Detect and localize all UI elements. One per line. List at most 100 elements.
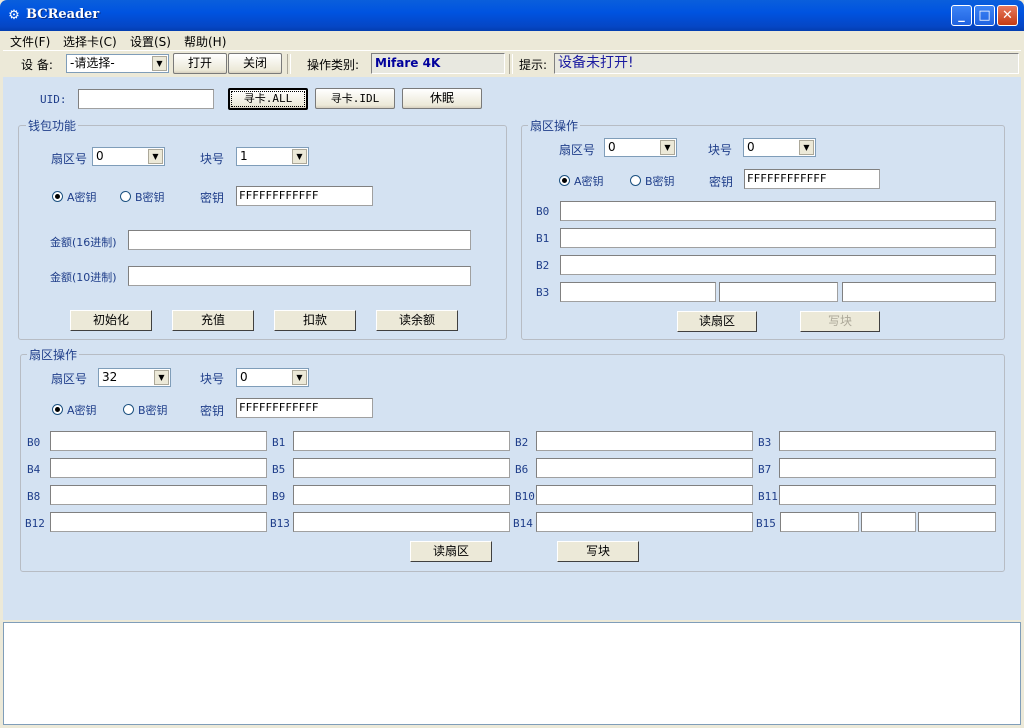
block-label-b8: B8 <box>27 490 41 503</box>
sector-small-b2-label: B2 <box>536 259 550 272</box>
sector-small-write-button[interactable]: 写块 <box>800 311 880 332</box>
sector-small-key-field[interactable]: FFFFFFFFFFFF <box>744 169 880 189</box>
menu-settings[interactable]: 设置(S) <box>130 33 171 50</box>
sector-large-write-button[interactable]: 写块 <box>557 541 639 562</box>
sector-small-b0-label: B0 <box>536 205 550 218</box>
sector-large-key-a-label: A密钥 <box>67 404 97 417</box>
sector-small-b1-field[interactable] <box>560 228 996 248</box>
block-field-b8[interactable] <box>50 485 267 505</box>
sector-large-title: 扇区操作 <box>27 346 80 363</box>
block-label-b1: B1 <box>272 436 286 449</box>
chevron-down-icon[interactable]: ▼ <box>148 149 163 164</box>
chevron-down-icon[interactable]: ▼ <box>292 370 307 385</box>
chevron-down-icon[interactable]: ▼ <box>154 370 169 385</box>
wallet-key-a-radio[interactable] <box>52 191 63 202</box>
block-field-b9[interactable] <box>293 485 510 505</box>
wallet-sector-label: 扇区号 <box>51 152 88 166</box>
sector-small-read-button[interactable]: 读扇区 <box>677 311 757 332</box>
read-balance-button[interactable]: 读余额 <box>376 310 458 331</box>
chevron-down-icon[interactable]: ▼ <box>799 140 814 155</box>
device-select[interactable]: -请选择- ▼ <box>66 54 169 73</box>
block-label-b10: B10 <box>515 490 535 503</box>
maximize-button[interactable]: □ <box>974 5 995 26</box>
wallet-sector-select[interactable]: 0 ▼ <box>92 147 165 166</box>
sector-small-block-value: 0 <box>747 140 755 154</box>
open-button[interactable]: 打开 <box>173 53 227 74</box>
init-button[interactable]: 初始化 <box>70 310 152 331</box>
close-device-button[interactable]: 关闭 <box>228 53 282 74</box>
uid-field[interactable] <box>78 89 214 109</box>
amount-dec-label: 金额(10进制) <box>50 271 117 284</box>
sector-large-sector-value: 32 <box>102 370 118 384</box>
uid-label: UID: <box>40 93 67 106</box>
recharge-button[interactable]: 充值 <box>172 310 254 331</box>
find-idl-button[interactable]: 寻卡.IDL <box>315 88 395 109</box>
wallet-key-b-label: B密钥 <box>135 191 165 204</box>
find-all-button[interactable]: 寻卡.ALL <box>228 88 308 110</box>
amount-dec-field[interactable] <box>128 266 471 286</box>
wallet-sector-value: 0 <box>96 149 104 163</box>
sector-large-read-button[interactable]: 读扇区 <box>410 541 492 562</box>
chevron-down-icon[interactable]: ▼ <box>660 140 675 155</box>
sector-small-key-a-label: A密钥 <box>574 175 604 188</box>
block-field-b3[interactable] <box>779 431 996 451</box>
sector-small-b0-field[interactable] <box>560 201 996 221</box>
sleep-button[interactable]: 休眠 <box>402 88 482 109</box>
block-label-b14: B14 <box>513 517 533 530</box>
sector-large-key-b-radio[interactable] <box>123 404 134 415</box>
block-field-b1[interactable] <box>293 431 510 451</box>
sector-small-block-label: 块号 <box>708 143 733 157</box>
sector-large-key-a-radio[interactable] <box>52 404 63 415</box>
chevron-down-icon[interactable]: ▼ <box>152 56 167 71</box>
sector-large-key-field[interactable]: FFFFFFFFFFFF <box>236 398 373 418</box>
block-field-b6[interactable] <box>536 458 753 478</box>
sector-small-block-select[interactable]: 0 ▼ <box>743 138 816 157</box>
sector-large-block-label: 块号 <box>200 372 225 386</box>
block-field-b7[interactable] <box>779 458 996 478</box>
sector-small-b3-keyb-field[interactable] <box>842 282 996 302</box>
wallet-key-b-radio[interactable] <box>120 191 131 202</box>
wallet-key-field[interactable]: FFFFFFFFFFFF <box>236 186 373 206</box>
menu-bar: 文件(F) 选择卡(C) 设置(S) 帮助(H) <box>3 31 1021 50</box>
sector-small-b3-access-field[interactable] <box>719 282 838 302</box>
block-field-b10[interactable] <box>536 485 753 505</box>
sector-small-key-b-radio[interactable] <box>630 175 641 186</box>
block-field-b12[interactable] <box>50 512 267 532</box>
title-bar[interactable]: ⚙ BCReader _ □ ✕ <box>0 0 1024 31</box>
sector-small-b3-keya-field[interactable] <box>560 282 716 302</box>
sector-large-sector-select[interactable]: 32 ▼ <box>98 368 171 387</box>
sector-large-block-select[interactable]: 0 ▼ <box>236 368 309 387</box>
block-label-b3: B3 <box>758 436 772 449</box>
menu-file[interactable]: 文件(F) <box>10 33 50 50</box>
sector-small-key-b-label: B密钥 <box>645 175 675 188</box>
log-area[interactable] <box>3 622 1021 725</box>
block-field-b15-keya[interactable] <box>780 512 859 532</box>
menu-help[interactable]: 帮助(H) <box>184 33 226 50</box>
block-field-b15-keyb[interactable] <box>918 512 996 532</box>
sector-large-block-value: 0 <box>240 370 248 384</box>
hint-value: 设备未打开! <box>554 53 1019 74</box>
block-field-b5[interactable] <box>293 458 510 478</box>
sector-small-b1-label: B1 <box>536 232 550 245</box>
minimize-button[interactable]: _ <box>951 5 972 26</box>
block-field-b15-access[interactable] <box>861 512 916 532</box>
block-field-b13[interactable] <box>293 512 510 532</box>
wallet-block-value: 1 <box>240 149 248 163</box>
deduct-button[interactable]: 扣款 <box>274 310 356 331</box>
sector-small-sector-select[interactable]: 0 ▼ <box>604 138 677 157</box>
block-field-b14[interactable] <box>536 512 753 532</box>
sector-small-key-a-radio[interactable] <box>559 175 570 186</box>
amount-hex-field[interactable] <box>128 230 471 250</box>
sector-large-key-b-label: B密钥 <box>138 404 168 417</box>
chevron-down-icon[interactable]: ▼ <box>292 149 307 164</box>
block-field-b0[interactable] <box>50 431 267 451</box>
close-button[interactable]: ✕ <box>997 5 1018 26</box>
block-field-b11[interactable] <box>779 485 996 505</box>
sector-small-key-label: 密钥 <box>709 175 734 189</box>
wallet-block-select[interactable]: 1 ▼ <box>236 147 309 166</box>
sector-small-b2-field[interactable] <box>560 255 996 275</box>
menu-select-card[interactable]: 选择卡(C) <box>63 33 117 50</box>
block-field-b4[interactable] <box>50 458 267 478</box>
block-field-b2[interactable] <box>536 431 753 451</box>
op-type-label: 操作类别: <box>307 58 360 72</box>
